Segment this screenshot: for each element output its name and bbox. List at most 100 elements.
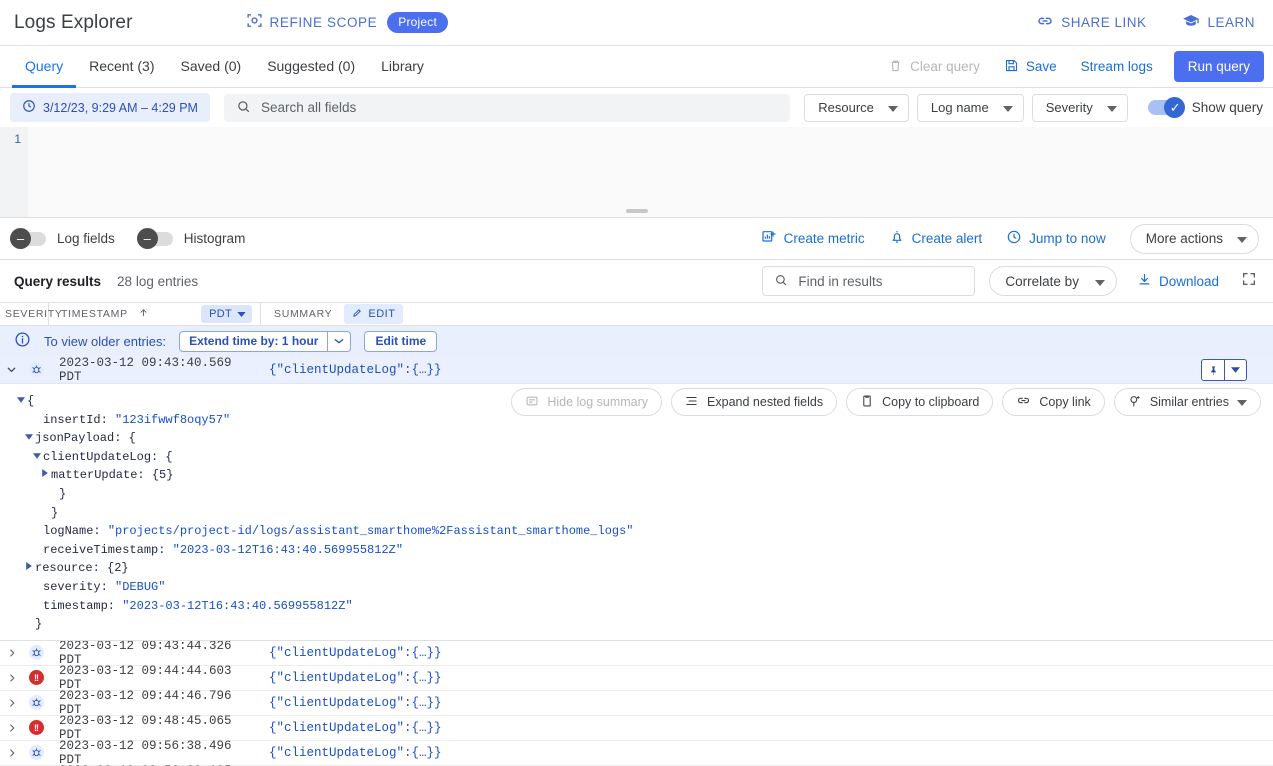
expand-nested-fields-button[interactable]: Expand nested fields xyxy=(671,388,837,416)
refine-scope-label: REFINE SCOPE xyxy=(270,15,378,30)
log-name-filter[interactable]: Log name xyxy=(917,94,1024,122)
timezone-selector[interactable]: PDT xyxy=(201,305,252,323)
json-line-content: } xyxy=(59,485,66,504)
trash-icon xyxy=(888,58,903,76)
create-metric-button[interactable]: Create metric xyxy=(761,229,865,248)
table-row[interactable]: 2023-03-12 09:56:38.496 PDT{"clientUpdat… xyxy=(0,741,1273,766)
correlate-by-label: Correlate by xyxy=(1005,274,1079,289)
collapse-row-icon[interactable] xyxy=(0,363,23,376)
results-column-header: SEVERITY TIMESTAMP PDT SUMMARY EDIT xyxy=(0,302,1273,326)
json-line: severity: "DEBUG" xyxy=(0,578,1273,597)
more-actions-button[interactable]: More actions xyxy=(1130,224,1259,254)
expand-row-icon[interactable] xyxy=(0,747,23,759)
run-query-button[interactable]: Run query xyxy=(1174,51,1264,82)
search-input[interactable]: Search all fields xyxy=(224,94,790,122)
save-button[interactable]: Save xyxy=(992,58,1069,76)
json-line: receiveTimestamp: "2023-03-12T16:43:40.5… xyxy=(0,541,1273,560)
correlate-by-button[interactable]: Correlate by xyxy=(989,266,1117,296)
json-line-content: } xyxy=(51,504,58,523)
tab-suggested[interactable]: Suggested (0) xyxy=(254,47,368,88)
expand-row-icon[interactable] xyxy=(0,672,23,684)
edit-summary-fields-button[interactable]: EDIT xyxy=(344,304,403,324)
log-entry-count: 28 log entries xyxy=(117,274,198,289)
refine-scope-button[interactable]: REFINE SCOPE xyxy=(246,12,378,34)
tab-saved[interactable]: Saved (0) xyxy=(167,47,254,88)
download-button[interactable]: Download xyxy=(1137,272,1219,290)
download-icon xyxy=(1137,272,1152,290)
magic-icon xyxy=(1128,394,1142,411)
expand-row-icon[interactable] xyxy=(0,722,23,734)
chevron-down-icon xyxy=(1095,274,1105,289)
copy-to-clipboard-button[interactable]: Copy to clipboard xyxy=(846,388,993,416)
json-tree: {insertId: "123ifwwf8oqy57"jsonPayload: … xyxy=(0,392,1273,634)
table-row[interactable]: 2023-03-12 09:44:46.796 PDT{"clientUpdat… xyxy=(0,691,1273,716)
extend-time-button[interactable]: Extend time by: 1 hour xyxy=(179,331,351,352)
json-disclosure-arrow[interactable] xyxy=(38,466,51,485)
tab-query[interactable]: Query xyxy=(12,47,76,88)
bug-icon xyxy=(29,645,44,660)
json-line: } xyxy=(0,485,1273,504)
similar-entries-button[interactable]: Similar entries xyxy=(1114,388,1261,416)
jump-to-now-button[interactable]: Jump to now xyxy=(1006,229,1106,248)
column-timestamp[interactable]: TIMESTAMP PDT xyxy=(49,303,261,325)
graduation-cap-icon xyxy=(1182,12,1200,33)
stream-logs-button[interactable]: Stream logs xyxy=(1069,59,1165,74)
resource-filter[interactable]: Resource xyxy=(804,94,909,122)
json-line-content: matterUpdate: {5} xyxy=(51,466,173,485)
expand-row-icon[interactable] xyxy=(0,697,23,709)
editor-text-area[interactable] xyxy=(28,127,1273,217)
copy-link-button[interactable]: Copy link xyxy=(1002,388,1104,416)
column-summary-label: SUMMARY xyxy=(274,308,332,320)
show-query-toggle[interactable]: ✓ xyxy=(1148,100,1182,115)
pin-options-caret-icon[interactable] xyxy=(1224,360,1246,380)
json-disclosure-arrow[interactable] xyxy=(22,429,35,448)
query-editor[interactable]: 1 xyxy=(0,127,1273,218)
json-key: insertId: xyxy=(43,413,115,427)
expand-row-icon[interactable] xyxy=(0,647,23,659)
log-timestamp: 2023-03-12 09:43:40.569 PDT xyxy=(49,356,261,384)
download-label: Download xyxy=(1159,274,1219,289)
time-range-selector[interactable]: 3/12/23, 9:29 AM – 4:29 PM xyxy=(10,93,210,122)
json-line-content: receiveTimestamp: "2023-03-12T16:43:40.5… xyxy=(43,541,403,560)
results-header-bar: Query results 28 log entries Find in res… xyxy=(0,260,1273,302)
json-disclosure-arrow[interactable] xyxy=(14,392,27,411)
json-disclosure-arrow[interactable] xyxy=(30,448,43,467)
editor-resize-handle[interactable] xyxy=(626,209,648,213)
chevron-down-icon xyxy=(1237,231,1247,246)
chevron-down-icon[interactable] xyxy=(327,332,350,351)
column-severity[interactable]: SEVERITY xyxy=(0,303,49,325)
json-value: "2023-03-12T16:43:40.569955812Z" xyxy=(122,599,352,613)
pin-icon[interactable] xyxy=(1202,360,1224,380)
link-icon xyxy=(1036,12,1054,33)
stream-logs-label: Stream logs xyxy=(1081,59,1153,74)
older-entries-banner: To view older entries: Extend time by: 1… xyxy=(0,326,1273,356)
json-line-content: logName: "projects/project-id/logs/assis… xyxy=(43,522,634,541)
learn-button[interactable]: LEARN xyxy=(1182,12,1255,33)
json-disclosure-arrow[interactable] xyxy=(22,559,35,578)
tab-library[interactable]: Library xyxy=(368,47,437,88)
edit-time-button[interactable]: Edit time xyxy=(364,331,437,352)
create-alert-button[interactable]: Create alert xyxy=(889,229,983,248)
table-row[interactable]: 2023-03-12 09:43:44.326 PDT{"clientUpdat… xyxy=(0,641,1273,666)
tabbar-spacer xyxy=(437,46,876,87)
json-line-content: } xyxy=(35,615,42,634)
table-row[interactable]: !!2023-03-12 09:48:45.065 PDT{"clientUpd… xyxy=(0,716,1273,741)
arrow-up-icon[interactable] xyxy=(138,307,149,321)
bell-icon xyxy=(889,229,905,248)
scope-chip[interactable]: Project xyxy=(387,12,448,33)
table-row[interactable]: !!2023-03-12 09:44:44.603 PDT{"clientUpd… xyxy=(0,666,1273,691)
clipboard-icon xyxy=(860,394,874,411)
expanded-log-row[interactable]: 2023-03-12 09:43:40.569 PDT {"clientUpda… xyxy=(0,356,1273,384)
find-in-results-input[interactable]: Find in results xyxy=(762,266,975,296)
panel-icon xyxy=(525,394,539,411)
bug-icon xyxy=(29,695,44,710)
log-fields-toggle[interactable] xyxy=(14,232,46,246)
json-line-content: timestamp: "2023-03-12T16:43:40.56995581… xyxy=(43,597,353,616)
tab-recent[interactable]: Recent (3) xyxy=(76,47,167,88)
severity-filter[interactable]: Severity xyxy=(1032,94,1128,122)
editor-gutter: 1 xyxy=(0,127,28,217)
share-link-button[interactable]: SHARE LINK xyxy=(1036,12,1146,33)
histogram-toggle[interactable] xyxy=(141,232,173,246)
fullscreen-icon[interactable] xyxy=(1241,271,1257,292)
histogram-label: Histogram xyxy=(184,231,246,246)
